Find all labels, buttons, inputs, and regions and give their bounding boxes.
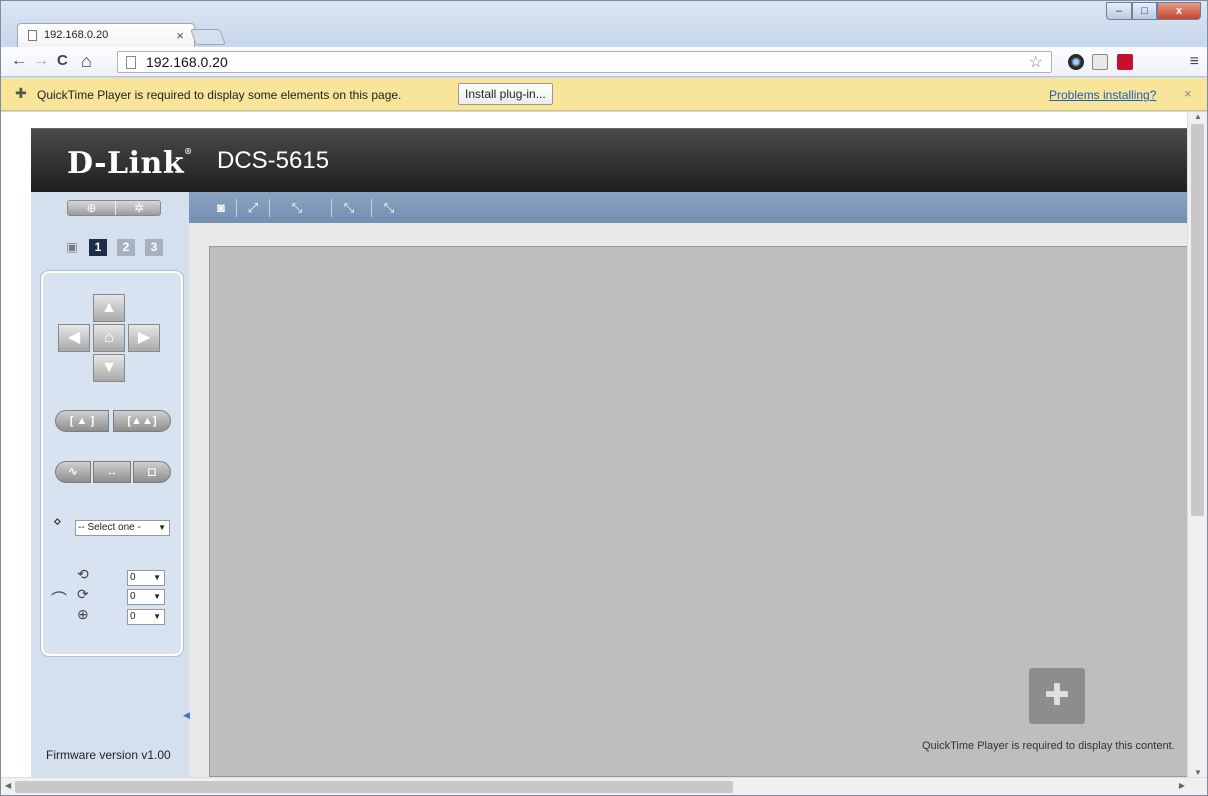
scroll-left-arrow-icon[interactable]: ◀ <box>5 781 11 790</box>
collapse-arrow-icon[interactable]: ◀ <box>183 710 190 721</box>
extension-color-icon[interactable] <box>1068 54 1084 70</box>
camera-tab-2[interactable]: 2 <box>117 239 135 256</box>
reload-icon[interactable]: C <box>57 52 68 70</box>
fullscreen-icon[interactable]: ⤢ <box>241 199 265 217</box>
preset-select-value: -- Select one - <box>78 522 141 533</box>
tilt-speed-value: 0 <box>130 591 136 602</box>
zoom-speed-select[interactable]: 0 ▼ <box>127 609 165 625</box>
page-icon <box>28 30 37 41</box>
pan-speed-value: 0 <box>130 572 136 583</box>
pan-speed-select[interactable]: 0 ▼ <box>127 570 165 586</box>
zoom-out-button[interactable]: [▲▲] <box>113 410 171 432</box>
brand-name: D-Link <box>67 146 185 181</box>
install-plugin-button[interactable]: Install plug-in... <box>458 83 553 105</box>
control-sidebar: ⊕ ✲ ▣ 1 2 3 ▲ ◀ ⌂ ▶ ▼ [ ▲ ] [▲▲] ∿ ↔ ◻ ⋄… <box>31 192 189 777</box>
preset-select[interactable]: -- Select one - ▼ <box>75 520 170 536</box>
forward-icon[interactable]: → <box>33 52 49 70</box>
address-url: 192.168.0.20 <box>146 54 228 70</box>
preset-path-icon: ⋄ <box>53 513 62 529</box>
camera-icon: ▣ <box>66 240 78 254</box>
problems-installing-link[interactable]: Problems installing? <box>1049 88 1156 102</box>
camera-tab-1[interactable]: 1 <box>89 239 107 256</box>
ptz-panel: ▲ ◀ ⌂ ▶ ▼ [ ▲ ] [▲▲] ∿ ↔ ◻ ⋄ -- Select o… <box>41 271 183 656</box>
vertical-scrollbar[interactable]: ▲ ▼ <box>1187 112 1207 777</box>
window-controls: – □ x <box>1106 2 1201 20</box>
toolbar-divider <box>236 199 237 217</box>
camera-model: DCS-5615 <box>217 147 330 174</box>
bookmark-star-icon[interactable]: ☆ <box>1029 52 1043 72</box>
dlink-logo: D-Link® <box>67 146 193 181</box>
zoom-25-icon[interactable]: ⤡ <box>377 199 401 217</box>
mode-buttons: ⊕ ✲ <box>67 200 161 216</box>
missing-plugin-icon[interactable]: ✚ <box>1029 668 1085 724</box>
plugin-infobar: ✚ QuickTime Player is required to displa… <box>1 78 1207 111</box>
browser-toolbar: ← → C ⌂ 192.168.0.20 ☆ ≡ <box>1 47 1207 77</box>
snapshot-icon[interactable]: ◙ <box>209 199 233 217</box>
scroll-right-arrow-icon[interactable]: ▶ <box>1179 781 1185 790</box>
stop-icon[interactable]: ◻ <box>133 461 171 483</box>
horizontal-scroll-thumb[interactable] <box>15 781 733 793</box>
maximize-button[interactable]: □ <box>1132 2 1157 20</box>
tilt-up-button[interactable]: ▲ <box>93 294 125 322</box>
gear-icon[interactable]: ✲ <box>115 201 162 215</box>
pan-left-button[interactable]: ◀ <box>58 324 90 352</box>
zoom-in-button[interactable]: [ ▲ ] <box>55 410 109 432</box>
zoom-50-icon[interactable]: ⤡ <box>337 199 361 217</box>
extension-ie-icon[interactable] <box>1092 54 1108 70</box>
title-bar: 192.168.0.20 × – □ x <box>1 1 1207 47</box>
scroll-up-arrow-icon[interactable]: ▲ <box>1194 112 1202 121</box>
camera-header: D-Link® DCS-5615 <box>31 128 1187 192</box>
horizontal-scrollbar[interactable]: ◀ ▶ <box>1 777 1207 795</box>
zoom-speed-icon: ⊕ <box>77 606 89 622</box>
pan-speed-icon: ⟲ <box>77 566 89 582</box>
chevron-down-icon: ▼ <box>158 523 166 532</box>
chevron-down-icon: ▼ <box>153 592 161 601</box>
tilt-down-button[interactable]: ▼ <box>93 354 125 382</box>
home-position-button[interactable]: ⌂ <box>93 324 125 352</box>
speed-gauge-icon: ⌒ <box>51 592 68 609</box>
chevron-down-icon: ▼ <box>153 612 161 621</box>
pan-right-button[interactable]: ▶ <box>128 324 160 352</box>
address-bar[interactable]: 192.168.0.20 ☆ <box>117 51 1052 73</box>
firmware-version: Firmware version v1.00 <box>46 748 171 762</box>
extension-red-icon[interactable] <box>1117 54 1133 70</box>
toolbar-divider <box>371 199 372 217</box>
puzzle-icon: ✚ <box>15 85 27 101</box>
close-window-button[interactable]: x <box>1157 2 1201 20</box>
toolbar-divider <box>331 199 332 217</box>
plugin-required-message: QuickTime Player is required to display … <box>922 740 1175 752</box>
tilt-speed-select[interactable]: 0 ▼ <box>127 589 165 605</box>
camera-tab-3[interactable]: 3 <box>145 239 163 256</box>
tilt-speed-icon: ⟳ <box>77 586 89 602</box>
vertical-scroll-thumb[interactable] <box>1191 124 1204 516</box>
globe-icon[interactable]: ⊕ <box>68 201 115 215</box>
toolbar-divider <box>269 199 270 217</box>
view-toolbar: ◙ ⤢ ⤡ ⤡ ⤡ <box>189 192 1187 223</box>
new-tab-button[interactable] <box>190 29 226 45</box>
chevron-down-icon: ▼ <box>153 573 161 582</box>
browser-tab[interactable]: 192.168.0.20 × <box>17 23 195 47</box>
auto-pan-icon[interactable]: ↔ <box>93 461 131 483</box>
path-patrol-icon[interactable]: ∿ <box>55 461 91 483</box>
scroll-down-arrow-icon[interactable]: ▼ <box>1194 768 1202 777</box>
chrome-menu-icon[interactable]: ≡ <box>1190 53 1199 71</box>
zoom-speed-value: 0 <box>130 611 136 622</box>
tab-close-icon[interactable]: × <box>176 28 184 43</box>
zoom-100-icon[interactable]: ⤡ <box>285 199 309 217</box>
infobar-close-icon[interactable]: × <box>1184 86 1192 101</box>
page-icon <box>126 56 136 69</box>
page-content: D-Link® DCS-5615 ⊕ ✲ ▣ 1 2 3 ▲ ◀ ⌂ ▶ ▼ [… <box>1 112 1187 777</box>
tab-title: 192.168.0.20 <box>44 29 109 41</box>
back-icon[interactable]: ← <box>11 52 27 70</box>
browser-window: 192.168.0.20 × – □ x ← → C ⌂ 192.168.0.2… <box>0 0 1208 796</box>
infobar-message: QuickTime Player is required to display … <box>37 88 402 102</box>
minimize-button[interactable]: – <box>1106 2 1132 20</box>
home-icon[interactable]: ⌂ <box>81 52 92 70</box>
